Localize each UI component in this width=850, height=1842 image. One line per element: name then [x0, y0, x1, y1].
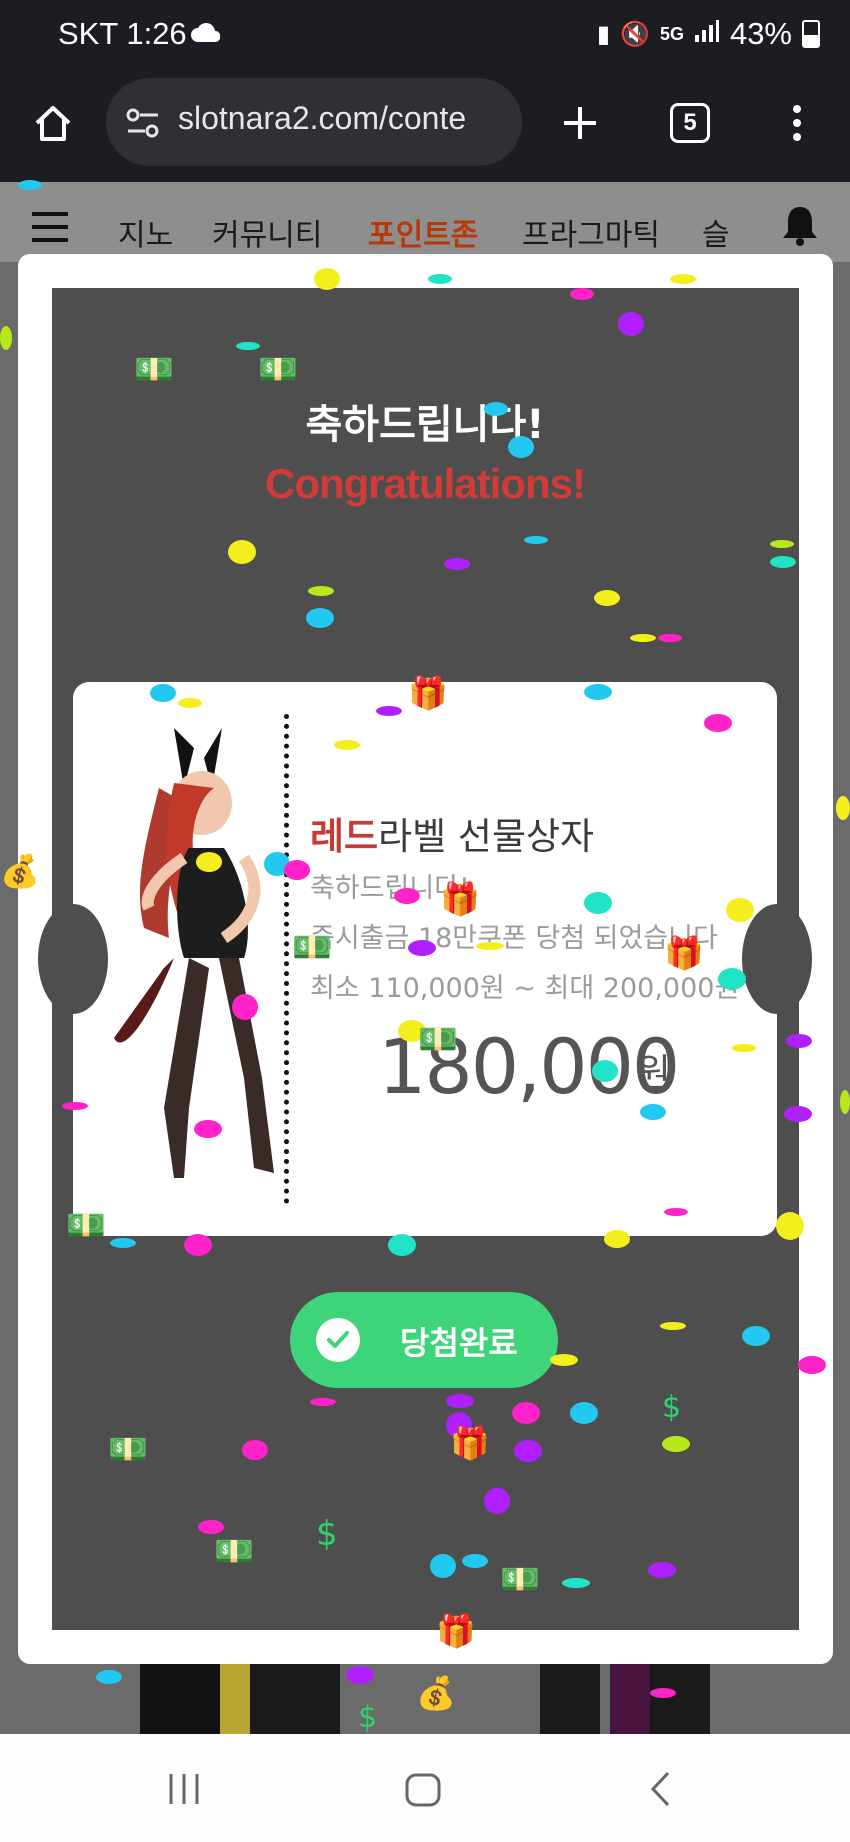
money-icon: 💵 — [500, 1560, 540, 1598]
prize-amount-unit: 원 — [636, 1051, 671, 1095]
cloud-icon — [190, 20, 221, 50]
signal-icon — [694, 19, 720, 50]
browser-toolbar: slotnara2.com/conte 5 — [0, 74, 850, 182]
ticket-title: 레드라벨 선물상자 — [310, 806, 594, 860]
money-icon: 💵 — [214, 1532, 254, 1570]
system-nav-bar — [0, 1734, 850, 1842]
money-icon: 💵 — [418, 1020, 458, 1058]
money-icon: 💵 — [292, 928, 332, 966]
battery-percent: 43% — [729, 16, 792, 51]
mute-icon: 🔇 — [620, 20, 650, 48]
back-icon[interactable] — [648, 1770, 672, 1812]
nav-item-active[interactable]: 포인트존 — [368, 210, 478, 254]
recent-apps-icon[interactable] — [166, 1772, 202, 1810]
status-time: SKT 1:26 — [58, 16, 187, 51]
dollar-sign-icon: $ — [662, 1390, 682, 1425]
gift-icon: 🎁 — [436, 1612, 476, 1650]
ticket-notch-right — [742, 904, 812, 1014]
ticket-title-highlight: 레드 — [310, 815, 379, 858]
bell-icon[interactable] — [780, 204, 820, 250]
url-text[interactable]: slotnara2.com/conte — [178, 100, 514, 137]
character-illustration — [104, 728, 304, 1188]
gift-icon: 🎁 — [450, 1424, 490, 1462]
hamburger-icon[interactable] — [32, 212, 68, 246]
nav-item[interactable]: 커뮤니티 — [212, 210, 322, 254]
gift-icon: 🎁 — [440, 880, 480, 918]
gift-icon: 🎁 — [664, 934, 704, 972]
menu-button[interactable] — [762, 88, 832, 158]
ticket-perforation — [284, 714, 289, 1204]
new-tab-button[interactable] — [545, 88, 615, 158]
check-icon — [316, 1318, 360, 1362]
ticket-line-2: 즉시출금 18만쿠폰 당첨 되었습니다 — [310, 923, 718, 954]
money-icon: 💵 — [258, 350, 298, 388]
site-nav: 지노 커뮤니티 포인트존 프라그마틱 슬 — [0, 182, 850, 262]
plus-icon — [564, 107, 596, 139]
more-vert-icon — [793, 105, 801, 141]
congrats-title-en: Congratulations! — [265, 460, 586, 507]
nav-item[interactable]: 프라그마틱 — [522, 210, 660, 254]
network-5g: 5G — [659, 23, 684, 44]
home-nav-icon[interactable] — [404, 1772, 442, 1812]
claim-complete-button[interactable]: 당첨완료 — [290, 1292, 558, 1388]
address-bar[interactable]: slotnara2.com/conte — [106, 78, 522, 166]
ticket-notch-left — [38, 904, 108, 1014]
battery-icon — [802, 20, 820, 48]
tab-count: 5 — [670, 103, 710, 143]
gift-icon: 🎁 — [408, 674, 448, 712]
battery-saver-icon: ▮ — [596, 20, 611, 48]
money-icon: 💵 — [108, 1430, 148, 1468]
dollar-sign-icon: $ — [358, 1700, 378, 1735]
dollar-sign-icon: $ — [316, 1514, 338, 1554]
money-bag-icon: 💰 — [416, 1674, 456, 1712]
nav-item[interactable]: 슬 — [702, 210, 730, 254]
ticket-title-rest: 라벨 선물상자 — [378, 815, 595, 858]
claim-complete-label: 당첨완료 — [400, 1324, 518, 1362]
money-bag-icon: 💰 — [0, 852, 40, 890]
money-icon: 💵 — [134, 350, 174, 388]
congrats-title-ko: 축하드립니다! — [305, 402, 545, 448]
home-icon — [35, 106, 71, 141]
status-bar: SKT 1:26 ▮ 🔇 5G 43% — [0, 0, 850, 74]
site-settings-icon[interactable] — [124, 104, 162, 142]
nav-item[interactable]: 지노 — [118, 210, 173, 254]
tab-switcher-button[interactable]: 5 — [655, 88, 725, 158]
home-button[interactable] — [18, 88, 88, 158]
money-icon: 💵 — [66, 1206, 106, 1244]
